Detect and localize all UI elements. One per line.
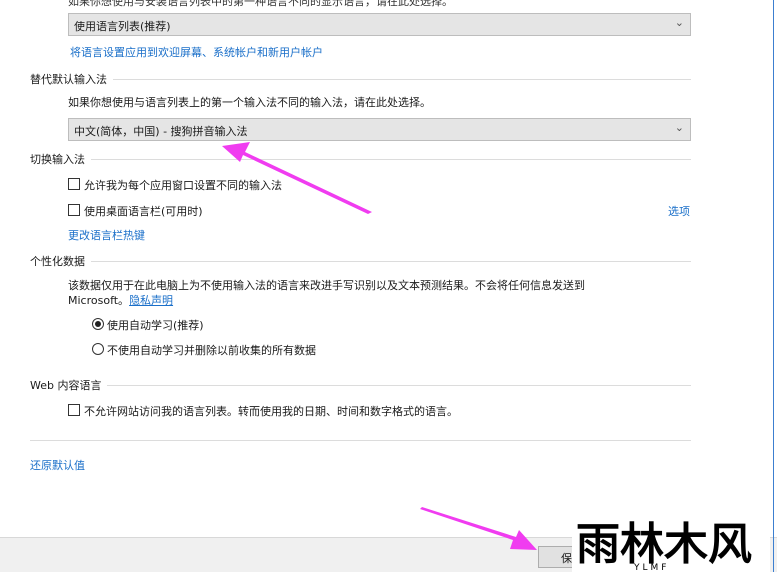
annotation-arrows <box>222 142 537 550</box>
arrow-icon <box>420 507 537 550</box>
arrow-icon <box>222 142 372 214</box>
